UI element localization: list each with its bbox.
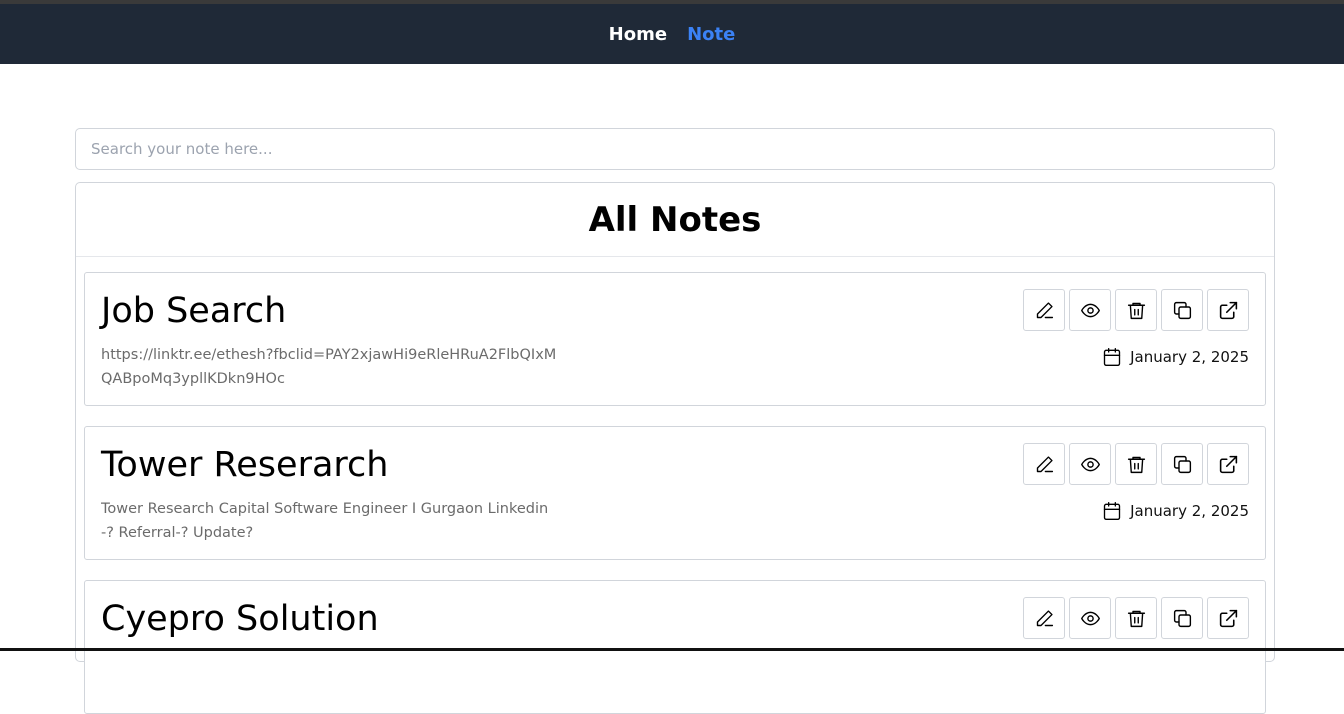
share-button[interactable] [1207,289,1249,331]
view-button[interactable] [1069,289,1111,331]
external-link-icon [1219,455,1237,473]
note-content: Tower Research Capital Software Engineer… [101,501,549,541]
search-input[interactable] [75,128,1275,170]
pencil-icon [1036,301,1053,318]
eye-icon [1080,457,1100,471]
delete-button[interactable] [1115,289,1157,331]
external-link-icon [1219,301,1237,319]
copy-button[interactable] [1161,597,1203,639]
pencil-icon [1036,609,1053,626]
view-button[interactable] [1069,443,1111,485]
nav-home-link[interactable]: Home [609,24,667,45]
nav-note-link[interactable]: Note [687,24,735,45]
note-date: January 2, 2025 [1102,347,1249,367]
trash-icon [1127,610,1145,627]
share-button[interactable] [1207,597,1249,639]
pencil-icon [1036,455,1053,472]
delete-button[interactable] [1115,443,1157,485]
delete-button[interactable] [1115,597,1157,639]
note-card: Cyepro Solution [84,580,1266,714]
note-actions [1023,597,1249,639]
copy-button[interactable] [1161,289,1203,331]
notes-panel: All Notes Job Search https://linktr.ee/e… [75,182,1275,714]
note-card: Tower Reserarch Tower Research Capital S… [84,426,1266,560]
note-title: Cyepro Solution [101,599,379,639]
note-title: Tower Reserarch [101,445,389,485]
edit-button[interactable] [1023,443,1065,485]
navbar: Home Note [0,4,1344,64]
calendar-icon [1103,502,1121,520]
share-button[interactable] [1207,443,1249,485]
note-actions [1023,289,1249,331]
copy-icon [1173,455,1191,473]
trash-icon [1127,456,1145,473]
copy-icon [1173,301,1191,319]
view-button[interactable] [1069,597,1111,639]
external-link-icon [1219,609,1237,627]
trash-icon [1127,302,1145,319]
eye-icon [1080,303,1100,317]
notes-panel-header: All Notes [76,183,1274,257]
eye-icon [1080,611,1100,625]
copy-icon [1173,609,1191,627]
edit-button[interactable] [1023,289,1065,331]
page-title: All Notes [588,199,762,240]
note-date-text: January 2, 2025 [1130,502,1249,520]
note-actions [1023,443,1249,485]
note-date: January 2, 2025 [1102,501,1249,521]
note-content: https://linktr.ee/ethesh?fbclid=PAY2xjaw… [101,347,557,387]
note-card: Job Search https://linktr.ee/ethesh?fbcl… [84,272,1266,406]
copy-button[interactable] [1161,443,1203,485]
note-date-text: January 2, 2025 [1130,348,1249,366]
calendar-icon [1103,348,1121,366]
note-title: Job Search [101,291,287,331]
edit-button[interactable] [1023,597,1065,639]
